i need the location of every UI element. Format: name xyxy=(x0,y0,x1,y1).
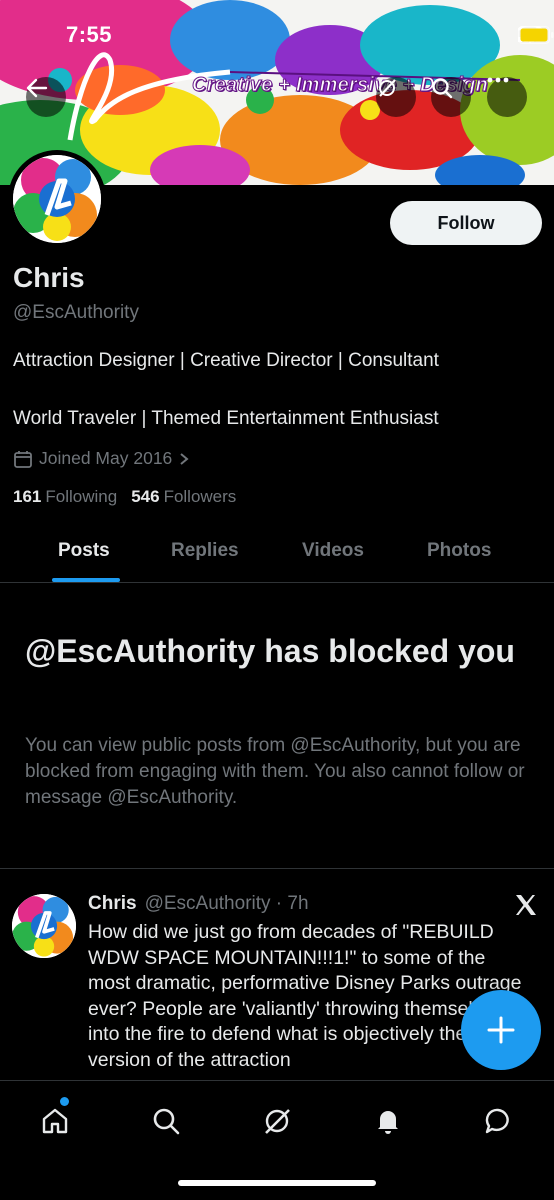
post-avatar[interactable] xyxy=(12,894,76,958)
active-tab-indicator xyxy=(52,578,120,582)
tab-photos[interactable]: Photos xyxy=(427,540,491,562)
nav-messages[interactable] xyxy=(478,1101,518,1141)
avatar-image xyxy=(12,894,76,958)
blocked-title: @EscAuthority has blocked you xyxy=(25,633,515,669)
joined-label: Joined May 2016 xyxy=(39,448,173,468)
post-text[interactable]: How did we just go from decades of "REBU… xyxy=(88,920,528,1080)
post-handle-time: @EscAuthority · 7h xyxy=(144,893,309,914)
post-header: Chris @EscAuthority · 7h xyxy=(88,893,309,915)
followers-label: Followers xyxy=(163,487,237,506)
more-icon xyxy=(487,77,509,83)
follow-stats: 161 Following 546 Followers xyxy=(13,487,236,507)
profile-name: Chris xyxy=(13,262,85,293)
following-label: Following xyxy=(45,487,118,506)
profile-handle: @EscAuthority xyxy=(13,302,139,323)
follow-button[interactable]: Follow xyxy=(390,201,542,245)
compose-post-button[interactable] xyxy=(461,990,541,1070)
home-notification-dot xyxy=(60,1097,69,1106)
status-time: 7:55 xyxy=(66,22,113,47)
x-logo-icon xyxy=(516,895,536,915)
profile-bio-line2: World Traveler | Themed Entertainment En… xyxy=(13,408,439,429)
followers-count: 546 xyxy=(131,487,160,506)
search-icon xyxy=(432,78,453,99)
profile-avatar[interactable] xyxy=(8,150,106,248)
following-link[interactable]: 161 Following xyxy=(13,487,117,507)
nav-grok[interactable] xyxy=(257,1101,297,1141)
grok-icon xyxy=(265,1109,290,1134)
nav-notifications[interactable] xyxy=(368,1101,408,1141)
chevron-right-icon xyxy=(180,452,189,465)
blocked-message: You can view public posts from @EscAutho… xyxy=(25,735,525,808)
grok-icon xyxy=(379,79,396,97)
messages-icon xyxy=(485,1108,509,1134)
home-indicator xyxy=(178,1180,376,1186)
profile-bio-line1: Attraction Designer | Creative Director … xyxy=(13,350,439,371)
back-arrow-icon xyxy=(26,78,48,98)
nav-search[interactable] xyxy=(146,1101,186,1141)
home-icon xyxy=(42,1108,68,1134)
profile-tabs: Posts Replies Videos Photos xyxy=(0,522,554,583)
back-button[interactable] xyxy=(26,77,66,117)
notifications-icon xyxy=(378,1111,398,1134)
plus-icon xyxy=(487,1016,515,1044)
search-icon xyxy=(153,1108,180,1135)
following-count: 161 xyxy=(13,487,42,506)
battery-icon xyxy=(518,26,554,44)
tab-replies[interactable]: Replies xyxy=(171,540,239,562)
post-author[interactable]: Chris xyxy=(88,893,137,915)
more-button[interactable] xyxy=(487,77,527,117)
followers-link[interactable]: 546 Followers xyxy=(131,487,236,507)
calendar-icon xyxy=(14,450,32,468)
avatar-image xyxy=(13,155,101,243)
nav-home[interactable] xyxy=(35,1101,75,1141)
joined-date[interactable]: Joined May 2016 xyxy=(13,448,190,469)
divider xyxy=(0,868,554,869)
search-button[interactable] xyxy=(431,77,471,117)
tab-posts[interactable]: Posts xyxy=(58,540,110,562)
grok-button[interactable] xyxy=(376,77,416,117)
tab-videos[interactable]: Videos xyxy=(302,540,364,562)
